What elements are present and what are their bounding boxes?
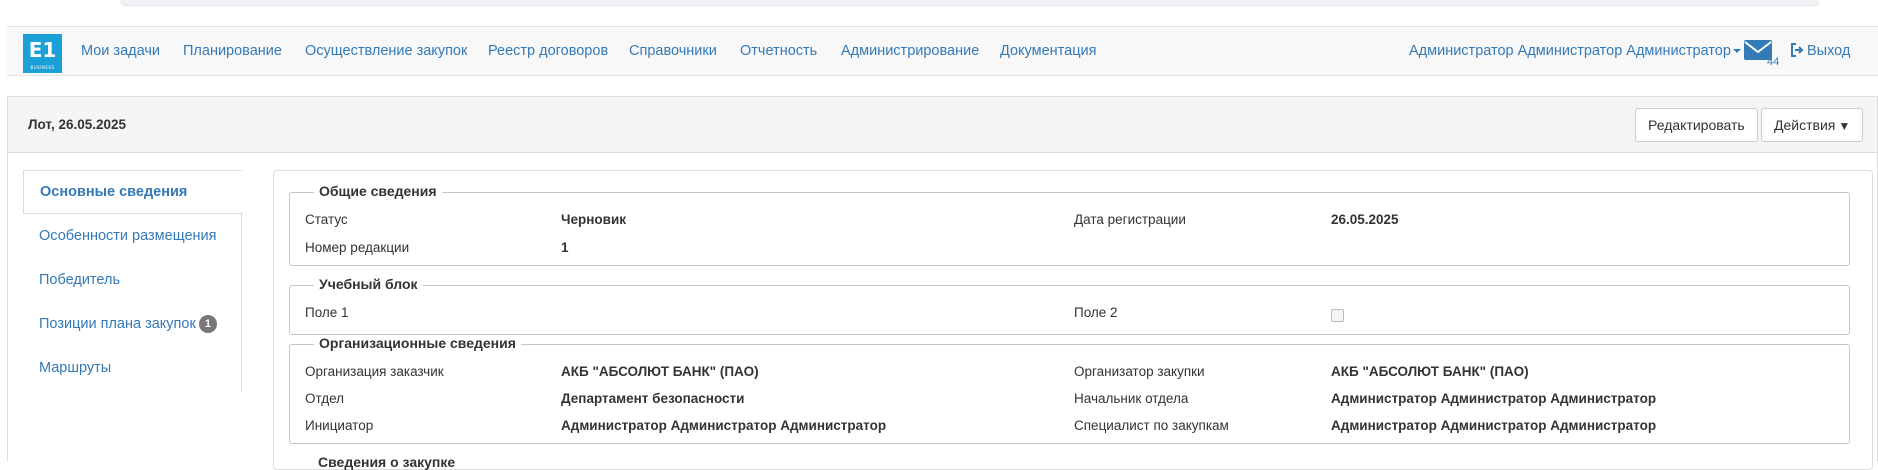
- nav-documentation[interactable]: Документация: [1000, 43, 1096, 59]
- field1-label: Поле 1: [305, 305, 349, 320]
- sidebar-active-gap: [241, 170, 242, 212]
- sidebar-item-label: Позиции плана закупок: [39, 316, 196, 332]
- nav-contract-registry[interactable]: Реестр договоров: [488, 43, 608, 59]
- nav-my-tasks[interactable]: Мои задачи: [81, 43, 160, 59]
- organizer-label: Организатор закупки: [1074, 364, 1205, 379]
- head-label: Начальник отдела: [1074, 391, 1189, 406]
- dept-value: Департамент безопасности: [561, 391, 745, 406]
- count-badge: 1: [198, 315, 217, 333]
- organizer-value: АКБ "АБСОЛЮТ БАНК" (ПАО): [1331, 364, 1529, 379]
- sidebar-item-plan-positions[interactable]: Позиции плана закупок 1: [23, 302, 243, 346]
- edition-value: 1: [561, 240, 569, 255]
- sidebar-item-general[interactable]: Основные сведения: [23, 170, 243, 214]
- nav-planning[interactable]: Планирование: [183, 43, 282, 59]
- page-header: Лот, 26.05.2025 Редактировать Действия ▼: [7, 96, 1878, 153]
- actions-button[interactable]: Действия ▼: [1761, 108, 1864, 142]
- actions-label: Действия: [1774, 117, 1836, 133]
- user-name: Администратор Администратор Администрато…: [1409, 43, 1731, 59]
- nav-reporting[interactable]: Отчетность: [740, 43, 817, 59]
- head-value: Администратор Администратор Администрато…: [1331, 391, 1657, 406]
- browser-top-strip: [0, 0, 1878, 22]
- chevron-down-icon: [1732, 49, 1741, 54]
- reg-date-label: Дата регистрации: [1074, 212, 1186, 227]
- sidebar-item-placement[interactable]: Особенности размещения: [23, 214, 243, 258]
- reg-date-value: 26.05.2025: [1331, 212, 1399, 227]
- legend-training: Учебный блок: [314, 276, 423, 292]
- mail-count: 44: [1767, 56, 1780, 68]
- nav-procurement[interactable]: Осуществление закупок: [305, 43, 467, 59]
- logo-text: E1: [28, 38, 57, 62]
- caret-down-icon: ▼: [1838, 119, 1851, 133]
- logout-link[interactable]: Выход: [1790, 43, 1850, 59]
- logout-icon: [1791, 43, 1804, 57]
- specialist-value: Администратор Администратор Администрато…: [1331, 418, 1657, 433]
- user-menu[interactable]: Администратор Администратор Администрато…: [1409, 43, 1741, 59]
- legend-org: Организационные сведения: [314, 335, 521, 351]
- logout-label: Выход: [1807, 43, 1851, 59]
- nav-directories[interactable]: Справочники: [629, 43, 717, 59]
- sidebar-item-routes[interactable]: Маршруты: [23, 346, 243, 390]
- initiator-label: Инициатор: [305, 418, 374, 433]
- customer-label: Организация заказчик: [305, 364, 444, 379]
- legend-general: Общие сведения: [314, 183, 442, 199]
- nav-administration[interactable]: Администрирование: [841, 43, 979, 59]
- logo-subtext: BUSINESS: [30, 65, 55, 70]
- status-label: Статус: [305, 212, 348, 227]
- sidebar-item-winner[interactable]: Победитель: [23, 258, 243, 302]
- customer-value: АКБ "АБСОЛЮТ БАНК" (ПАО): [561, 364, 759, 379]
- dept-label: Отдел: [305, 391, 345, 406]
- edit-button[interactable]: Редактировать: [1635, 108, 1758, 142]
- sidebar-nav: Основные сведения Особенности размещения…: [23, 170, 243, 390]
- page-title: Лот, 26.05.2025: [28, 117, 127, 132]
- edition-label: Номер редакции: [305, 240, 410, 255]
- fieldset-training: Учебный блок: [289, 276, 1850, 335]
- initiator-value: Администратор Администратор Администрато…: [561, 418, 887, 433]
- app-logo[interactable]: E1 BUSINESS: [23, 34, 62, 73]
- field2-checkbox[interactable]: [1331, 309, 1344, 322]
- fieldset-general: Общие сведения: [289, 183, 1850, 266]
- mail-button[interactable]: 44: [1743, 38, 1779, 68]
- status-value: Черновик: [561, 212, 626, 227]
- legend-purchase: Сведения о закупке: [318, 454, 456, 470]
- specialist-label: Специалист по закупкам: [1074, 418, 1229, 433]
- field2-label: Поле 2: [1074, 305, 1118, 320]
- top-navbar: E1 BUSINESS Мои задачи Планирование Осущ…: [7, 26, 1878, 76]
- top-strip-bar: [120, 0, 1820, 6]
